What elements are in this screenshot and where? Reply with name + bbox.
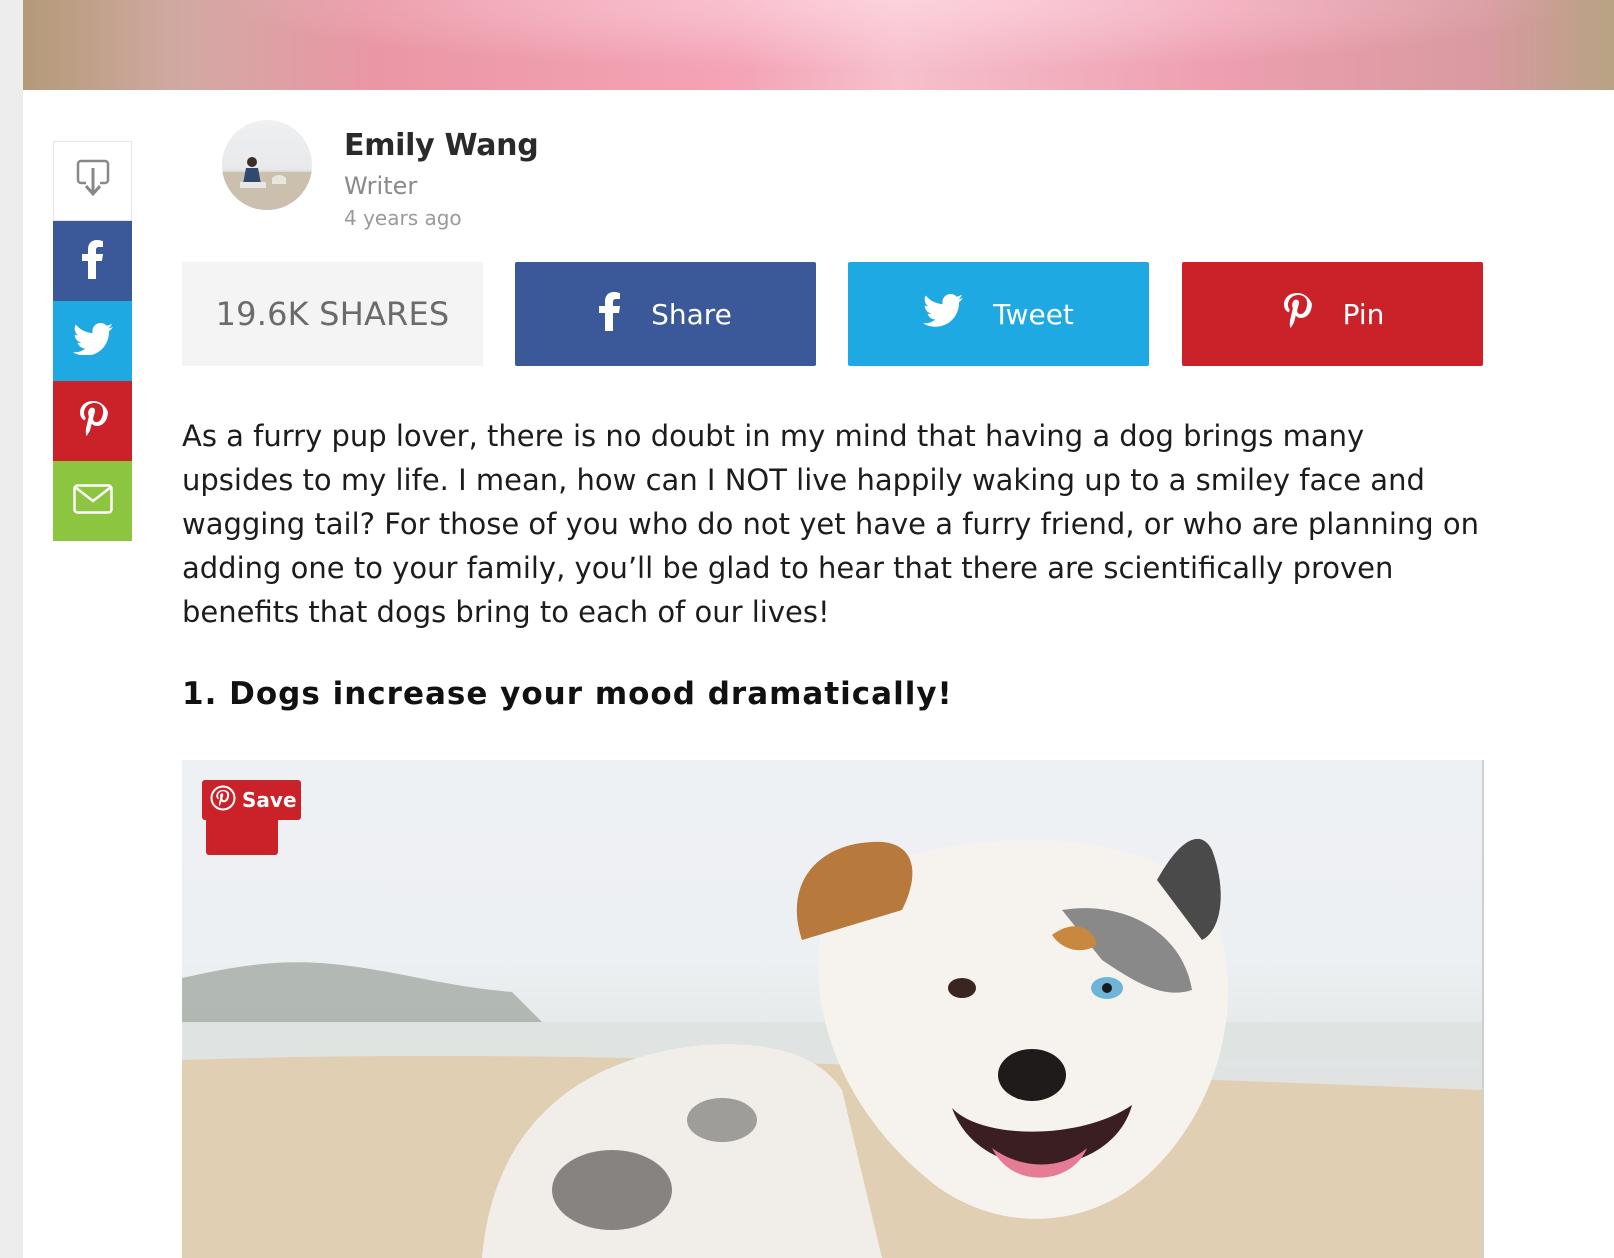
author-avatar[interactable]: [222, 120, 312, 210]
facebook-share-label: Share: [651, 297, 732, 331]
sidebar-facebook-button[interactable]: [53, 221, 132, 301]
pinterest-pin-label: Pin: [1342, 297, 1385, 331]
hero-image: [23, 0, 1614, 90]
twitter-icon: [72, 323, 113, 359]
pinterest-save-label: Save: [242, 788, 297, 812]
download-button[interactable]: [53, 141, 132, 221]
pinterest-icon: [78, 400, 108, 442]
author-role: Writer: [344, 172, 418, 200]
facebook-icon: [81, 239, 104, 283]
pinterest-pin-button[interactable]: Pin: [1182, 262, 1483, 366]
article-intro-paragraph: As a furry pup lover, there is no doubt …: [182, 419, 1479, 629]
article-section-heading: 1. Dogs increase your mood dramatically!: [182, 676, 953, 712]
pinterest-icon: [210, 785, 236, 816]
floating-share-sidebar: [53, 141, 132, 541]
twitter-icon: [923, 294, 964, 334]
sidebar-email-button[interactable]: [53, 461, 132, 541]
author-name[interactable]: Emily Wang: [344, 128, 539, 163]
download-icon: [76, 158, 110, 204]
facebook-share-button[interactable]: Share: [515, 262, 816, 366]
twitter-tweet-label: Tweet: [993, 297, 1074, 331]
share-count: 19.6K SHARES: [182, 262, 483, 366]
pinterest-save-button[interactable]: Save: [202, 780, 301, 820]
sidebar-twitter-button[interactable]: [53, 301, 132, 381]
pinterest-icon: [1281, 292, 1313, 337]
sidebar-pinterest-button[interactable]: [53, 381, 132, 461]
left-gutter: [0, 0, 23, 1258]
mail-icon: [72, 484, 113, 518]
pin-button-backdrop: [206, 815, 278, 855]
article-dog-photo[interactable]: [182, 760, 1484, 1258]
twitter-tweet-button[interactable]: Tweet: [848, 262, 1149, 366]
post-timestamp: 4 years ago: [344, 206, 462, 230]
facebook-icon: [599, 291, 621, 338]
